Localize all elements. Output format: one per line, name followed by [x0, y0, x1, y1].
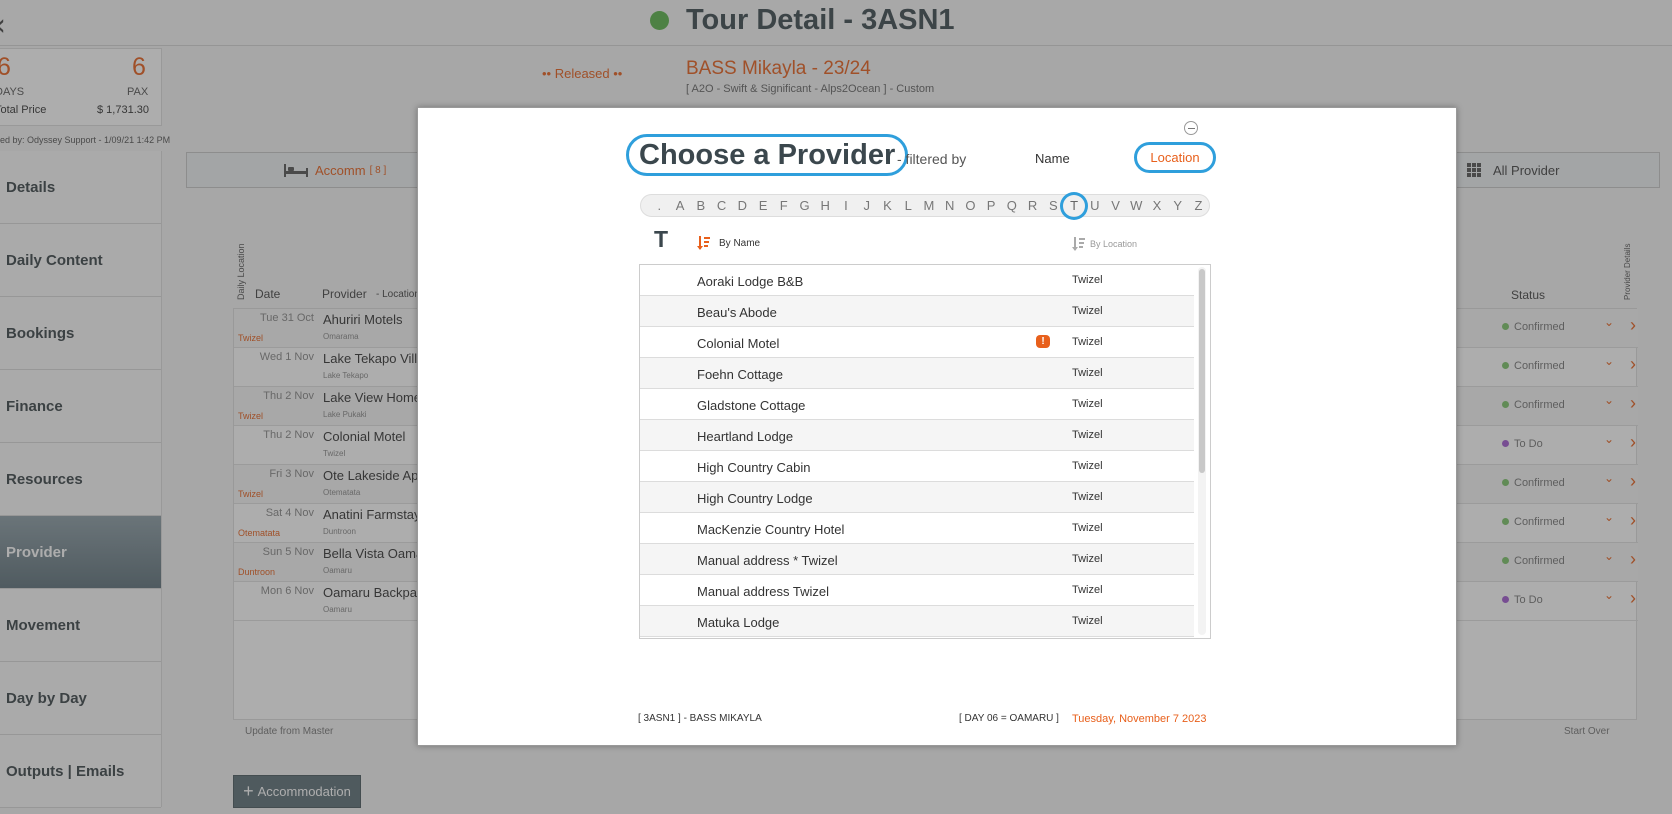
- provider-name: Aoraki Lodge B&B: [697, 274, 804, 289]
- sort-by-name-label: By Name: [719, 237, 761, 249]
- provider-location: Twizel: [1072, 305, 1103, 317]
- alphabet-filter: .ABCDEFGHIJKLMNOPQRSTUVWXYZ: [640, 191, 1210, 220]
- footer-tour: [ 3ASN1 ] - BASS MIKAYLA: [638, 713, 762, 724]
- provider-list-item[interactable]: High Country Cabin Twizel: [640, 451, 1194, 482]
- provider-list: Aoraki Lodge B&B Twizel Beau's Abode Twizel…: [639, 264, 1211, 639]
- alphabet-letter[interactable]: Z: [1188, 198, 1209, 213]
- provider-location: Twizel: [1072, 460, 1103, 472]
- filter-name-button[interactable]: Name: [1035, 151, 1070, 166]
- sort-descending-icon: [1072, 237, 1085, 251]
- sort-by-location-label: By Location: [1090, 239, 1138, 249]
- dialog-title: Choose a Provider: [626, 134, 909, 176]
- alphabet-letter[interactable]: K: [877, 198, 898, 213]
- scrollbar-thumb[interactable]: [1199, 269, 1205, 473]
- provider-name: Matuka Lodge: [697, 615, 780, 630]
- provider-list-item[interactable]: Aoraki Lodge B&B Twizel: [640, 265, 1194, 296]
- provider-name: Manual address * Twizel: [697, 553, 838, 568]
- alphabet-letter[interactable]: M: [919, 198, 940, 213]
- provider-location: Twizel: [1072, 584, 1103, 596]
- provider-name: Heartland Lodge: [697, 429, 794, 444]
- alphabet-letter[interactable]: B: [690, 198, 711, 213]
- provider-name: MacKenzie Country Hotel: [697, 522, 845, 537]
- choose-provider-dialog: Choose a Provider - filtered by Name Loc…: [417, 107, 1457, 746]
- alphabet-letter[interactable]: W: [1126, 198, 1147, 213]
- alphabet-letter[interactable]: R: [1022, 198, 1043, 213]
- footer-date: Tuesday, November 7 2023: [1072, 713, 1207, 725]
- provider-location: Twizel: [1072, 491, 1103, 503]
- provider-list-item[interactable]: Colonial Motel! Twizel: [640, 327, 1194, 358]
- provider-name: Manual address Twizel: [697, 584, 829, 599]
- alphabet-letter[interactable]: I: [836, 198, 857, 213]
- provider-list-item[interactable]: Foehn Cottage Twizel: [640, 358, 1194, 389]
- alphabet-letter[interactable]: H: [815, 198, 836, 213]
- list-scrollbar[interactable]: [1198, 267, 1206, 635]
- alphabet-letter[interactable]: G: [794, 198, 815, 213]
- warning-icon: !: [1036, 335, 1050, 348]
- provider-list-item[interactable]: Manual address * Twizel Twizel: [640, 544, 1194, 575]
- alphabet-letter[interactable]: E: [753, 198, 774, 213]
- provider-name: Gladstone Cottage: [697, 398, 806, 413]
- alphabet-letter[interactable]: D: [732, 198, 753, 213]
- provider-location: Twizel: [1072, 615, 1103, 627]
- provider-list-item[interactable]: High Country Lodge Twizel: [640, 482, 1194, 513]
- sort-by-location-button[interactable]: By Location: [1072, 236, 1137, 252]
- provider-list-item[interactable]: Gladstone Cottage Twizel: [640, 389, 1194, 420]
- provider-list-item[interactable]: Beau's Abode Twizel: [640, 296, 1194, 327]
- alphabet-letter[interactable]: P: [981, 198, 1002, 213]
- alphabet-letter[interactable]: Q: [1001, 198, 1022, 213]
- alphabet-letter[interactable]: J: [856, 198, 877, 213]
- provider-location: Twizel: [1072, 398, 1103, 410]
- provider-location: Twizel: [1072, 429, 1103, 441]
- alphabet-letter[interactable]: C: [711, 198, 732, 213]
- provider-list-item[interactable]: Matuka Lodge Twizel: [640, 606, 1194, 637]
- provider-location: Twizel: [1072, 274, 1103, 286]
- provider-location: Twizel: [1072, 336, 1103, 348]
- alphabet-letter[interactable]: U: [1084, 198, 1105, 213]
- provider-name: High Country Lodge: [697, 491, 813, 506]
- alphabet-letter[interactable]: .: [649, 198, 670, 213]
- provider-location: Twizel: [1072, 522, 1103, 534]
- alphabet-letter[interactable]: A: [670, 198, 691, 213]
- alphabet-letter[interactable]: Y: [1167, 198, 1188, 213]
- sort-descending-icon: [697, 236, 710, 250]
- provider-list-item[interactable]: Heartland Lodge Twizel: [640, 420, 1194, 451]
- provider-location: Twizel: [1072, 367, 1103, 379]
- filter-location-button[interactable]: Location: [1134, 142, 1216, 173]
- current-letter: T: [654, 226, 669, 252]
- alphabet-letter[interactable]: O: [960, 198, 981, 213]
- provider-location: Twizel: [1072, 553, 1103, 565]
- close-icon[interactable]: [1184, 121, 1198, 135]
- provider-name: Beau's Abode: [697, 305, 777, 320]
- alphabet-letter[interactable]: N: [939, 198, 960, 213]
- sort-by-name-button[interactable]: By Name: [697, 235, 760, 251]
- provider-list-item[interactable]: Manual address Twizel Twizel: [640, 575, 1194, 606]
- footer-day: [ DAY 06 = OAMARU ]: [959, 713, 1059, 724]
- alphabet-letter[interactable]: F: [773, 198, 794, 213]
- provider-name: Foehn Cottage: [697, 367, 784, 382]
- provider-list-item[interactable]: MacKenzie Country Hotel Twizel: [640, 513, 1194, 544]
- alphabet-letter[interactable]: V: [1105, 198, 1126, 213]
- provider-name: Colonial Motel: [697, 336, 780, 351]
- alphabet-letter[interactable]: X: [1147, 198, 1168, 213]
- alphabet-letter[interactable]: L: [898, 198, 919, 213]
- filtered-by-label: - filtered by: [897, 151, 967, 167]
- provider-name: High Country Cabin: [697, 460, 811, 475]
